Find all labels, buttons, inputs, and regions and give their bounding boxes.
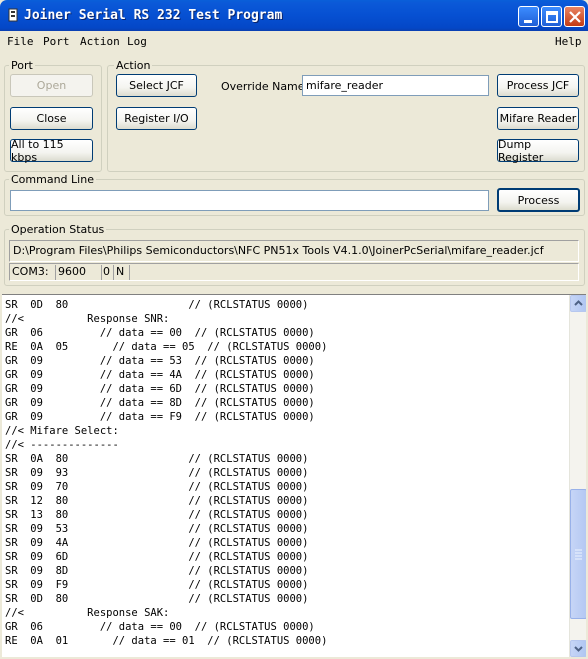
menu-help[interactable]: Help	[555, 35, 582, 48]
action-group-label: Action	[114, 59, 153, 72]
command-line-label: Command Line	[9, 173, 96, 186]
log-line: SR 13 80 // (RCLSTATUS 0000)	[5, 509, 309, 521]
app-icon	[8, 8, 18, 22]
log-line: SR 0D 80 // (RCLSTATUS 0000)	[5, 593, 309, 605]
log-line: GR 09 // data == 8D // (RCLSTATUS 0000)	[5, 397, 315, 409]
maximize-button[interactable]	[541, 6, 562, 27]
status-file-path: D:\Program Files\Philips Semiconductors\…	[9, 240, 579, 262]
menu-log[interactable]: Log	[127, 35, 147, 48]
operation-status-label: Operation Status	[9, 223, 107, 236]
select-jcf-button[interactable]: Select JCF	[116, 74, 197, 97]
log-line: SR 09 53 // (RCLSTATUS 0000)	[5, 523, 309, 535]
dump-register-button[interactable]: Dump Register	[497, 138, 579, 164]
log-line: SR 09 4A // (RCLSTATUS 0000)	[5, 537, 309, 549]
process-jcf-button[interactable]: Process JCF	[497, 74, 579, 97]
command-line-input[interactable]	[10, 190, 489, 211]
log-line: SR 12 80 // (RCLSTATUS 0000)	[5, 495, 309, 507]
scroll-thumb[interactable]	[570, 489, 586, 619]
window-title: Joiner Serial RS 232 Test Program	[24, 8, 283, 23]
scroll-up-button[interactable]	[570, 295, 586, 312]
menu-file[interactable]: File	[7, 35, 34, 48]
log-line: GR 09 // data == 4A // (RCLSTATUS 0000)	[5, 369, 315, 381]
log-line: //< Mifare Select:	[5, 425, 119, 437]
override-name-label: Override Name:	[221, 80, 309, 93]
all-115-kbps-button[interactable]: All to 115 kbps	[10, 138, 93, 164]
menu-action[interactable]: Action	[80, 35, 120, 48]
log-line: GR 09 // data == F9 // (RCLSTATUS 0000)	[5, 411, 315, 423]
chevron-up-icon	[574, 300, 583, 306]
mifare-reader-button[interactable]: Mifare Reader	[497, 107, 579, 130]
status-flag-1: 0	[102, 265, 114, 280]
status-flag-2: N	[114, 265, 130, 280]
log-line: SR 0A 80 // (RCLSTATUS 0000)	[5, 453, 309, 465]
menu-bar: File Port Action Log Help	[0, 31, 588, 52]
log-line: //< --------------	[5, 439, 119, 451]
log-line: GR 09 // data == 6D // (RCLSTATUS 0000)	[5, 383, 315, 395]
scroll-down-button[interactable]	[570, 640, 586, 657]
log-line: RE 0A 01 // data == 01 // (RCLSTATUS 000…	[5, 635, 328, 647]
vertical-scrollbar[interactable]	[569, 295, 586, 657]
status-baud: 9600	[56, 265, 102, 280]
log-line: SR 09 F9 // (RCLSTATUS 0000)	[5, 579, 309, 591]
log-line: SR 09 70 // (RCLSTATUS 0000)	[5, 481, 309, 493]
log-line: SR 09 93 // (RCLSTATUS 0000)	[5, 467, 309, 479]
chevron-down-icon	[574, 646, 583, 652]
status-bar: COM3: 9600 0 N	[9, 263, 579, 281]
minimize-button[interactable]	[518, 6, 539, 27]
close-icon	[569, 11, 581, 23]
log-line: RE 0A 05 // data == 05 // (RCLSTATUS 000…	[5, 341, 328, 353]
maximize-icon	[546, 11, 558, 23]
log-lines: SR 0D 80 // (RCLSTATUS 0000) //< Response…	[5, 298, 327, 648]
override-name-input[interactable]	[302, 75, 489, 96]
log-line: //< Response SNR:	[5, 313, 170, 325]
close-port-button[interactable]: Close	[10, 107, 93, 130]
process-button[interactable]: Process	[497, 188, 580, 212]
status-port: COM3:	[10, 265, 56, 280]
menu-port[interactable]: Port	[43, 35, 70, 48]
log-line: SR 09 8D // (RCLSTATUS 0000)	[5, 565, 309, 577]
title-bar[interactable]: Joiner Serial RS 232 Test Program	[0, 0, 588, 31]
log-line: GR 06 // data == 00 // (RCLSTATUS 0000)	[5, 621, 315, 633]
log-line: SR 0D 80 // (RCLSTATUS 0000)	[5, 299, 309, 311]
log-output[interactable]: SR 0D 80 // (RCLSTATUS 0000) //< Response…	[2, 294, 586, 657]
log-line: SR 09 6D // (RCLSTATUS 0000)	[5, 551, 309, 563]
open-button[interactable]: Open	[10, 74, 93, 97]
log-line: //< Response SAK:	[5, 607, 170, 619]
grip-icon	[575, 549, 582, 560]
minimize-icon	[524, 20, 532, 23]
register-io-button[interactable]: Register I/O	[116, 107, 197, 130]
close-window-button[interactable]	[564, 6, 585, 27]
log-line: GR 09 // data == 53 // (RCLSTATUS 0000)	[5, 355, 315, 367]
log-line: GR 06 // data == 00 // (RCLSTATUS 0000)	[5, 327, 315, 339]
port-group-label: Port	[9, 59, 35, 72]
